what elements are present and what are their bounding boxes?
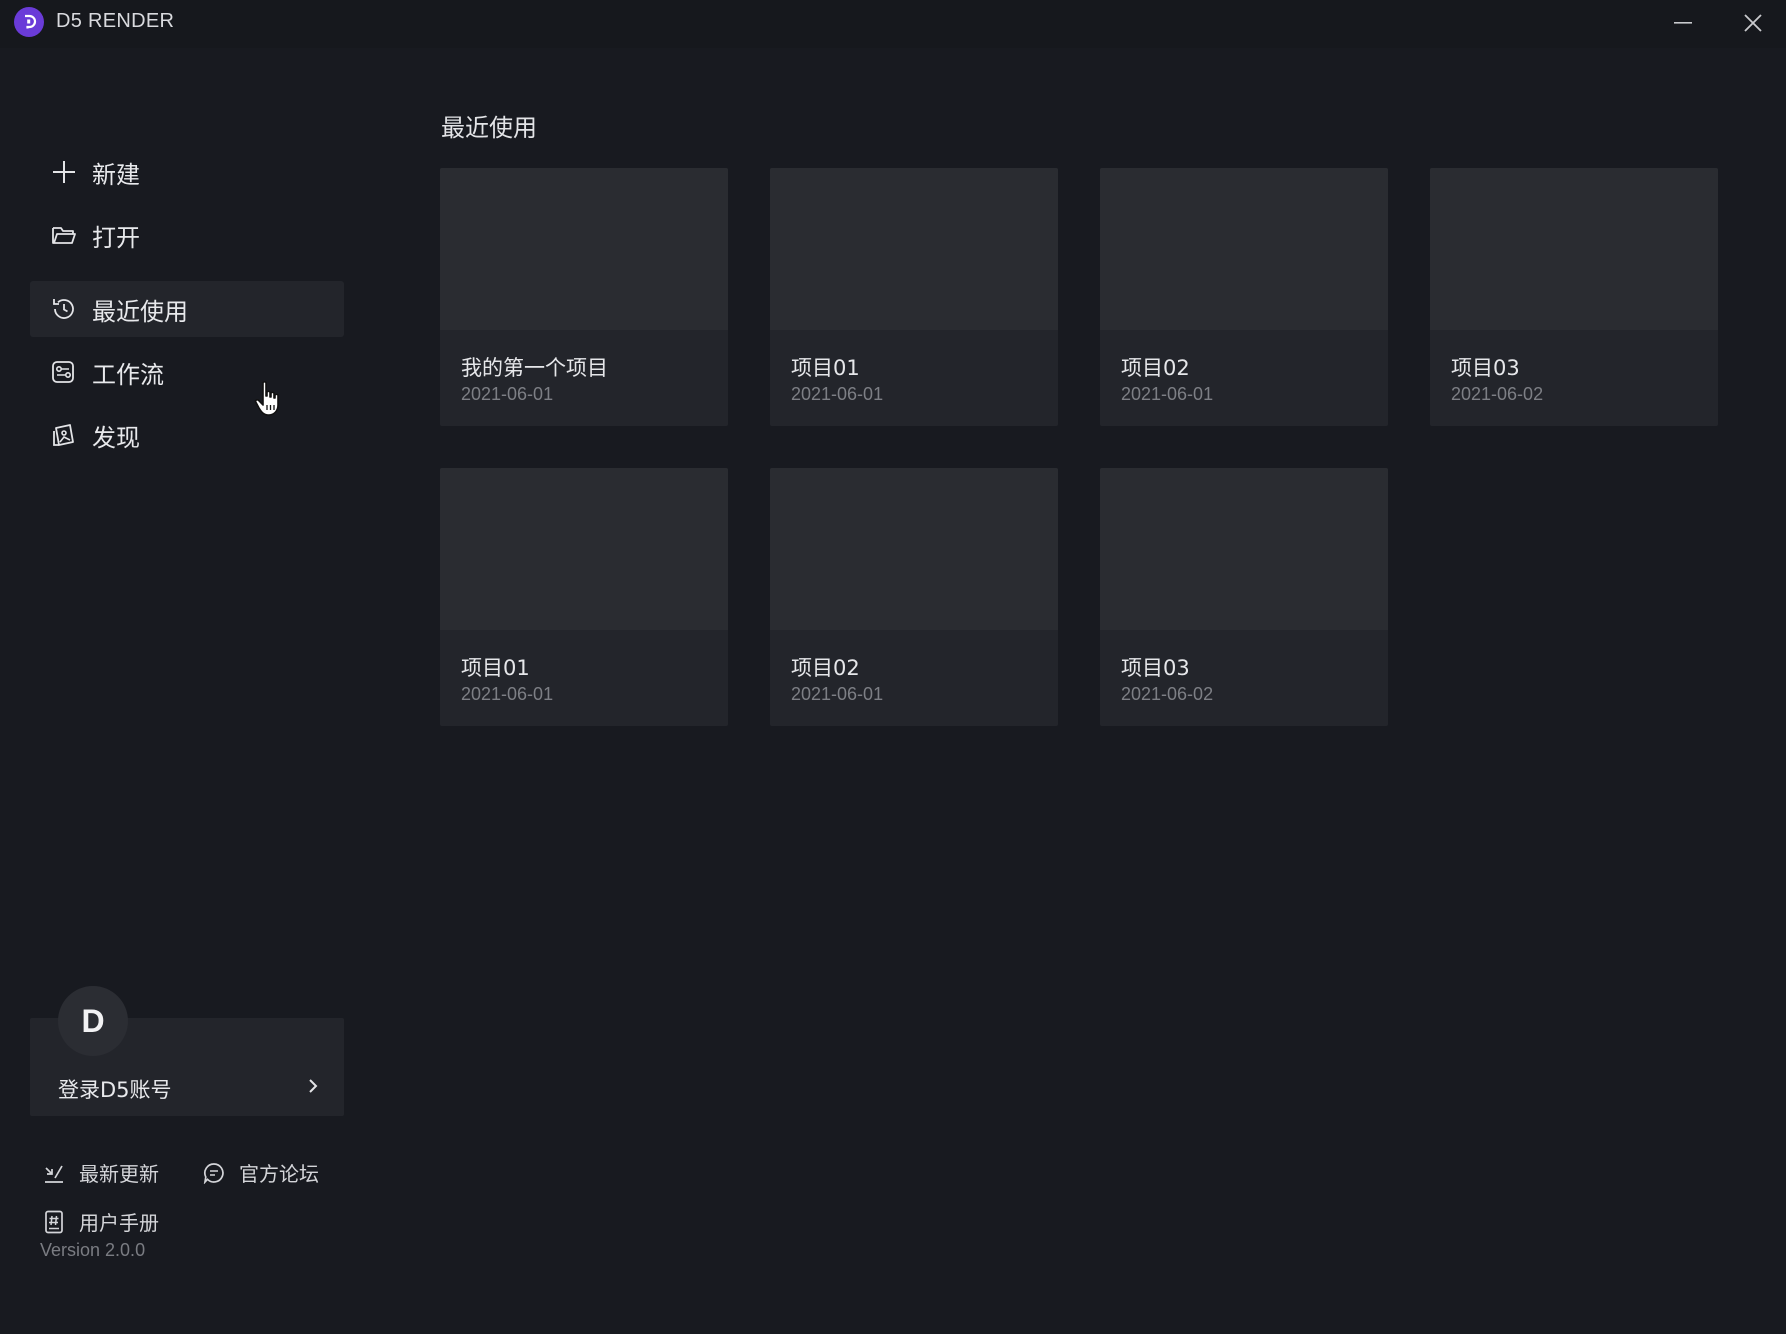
project-thumbnail <box>770 468 1058 630</box>
sidebar-item-new[interactable]: 新建 <box>30 144 344 200</box>
version-label: Version 2.0.0 <box>40 1240 146 1260</box>
project-date: 2021-06-02 <box>1121 684 1214 704</box>
project-date: 2021-06-01 <box>1121 384 1214 404</box>
history-icon <box>50 295 78 323</box>
close-button[interactable] <box>1733 6 1773 40</box>
project-name: 我的第一个项目 <box>461 356 608 380</box>
avatar[interactable]: D <box>58 986 128 1056</box>
sidebar-item-label: 最近使用 <box>92 297 188 326</box>
project-thumbnail <box>1100 168 1388 330</box>
project-name: 项目03 <box>1451 356 1520 380</box>
project-date: 2021-06-02 <box>1451 384 1544 404</box>
project-thumbnail <box>770 168 1058 330</box>
project-name: 项目03 <box>1121 656 1190 680</box>
update-icon <box>43 1162 65 1184</box>
manual-icon <box>43 1210 65 1233</box>
project-date: 2021-06-01 <box>791 684 884 704</box>
project-thumbnail <box>1100 468 1388 630</box>
project-date: 2021-06-01 <box>461 384 554 404</box>
project-name: 项目01 <box>461 656 530 680</box>
sidebar-item-recent[interactable]: 最近使用 <box>30 281 344 337</box>
workflow-icon <box>50 358 78 386</box>
sidebar-item-open[interactable]: 打开 <box>30 207 344 263</box>
title-bar: D5 RENDER <box>0 0 1786 48</box>
project-date: 2021-06-01 <box>461 684 554 704</box>
project-name: 项目02 <box>791 656 860 680</box>
chevron-right-icon <box>309 1079 318 1093</box>
project-card[interactable]: 项目03 2021-06-02 <box>1430 168 1718 426</box>
project-card[interactable]: 我的第一个项目 2021-06-01 <box>440 168 728 426</box>
footer-link-label: 最新更新 <box>79 1162 159 1186</box>
project-date: 2021-06-01 <box>791 384 884 404</box>
project-thumbnail <box>440 468 728 630</box>
footer-link-label: 官方论坛 <box>239 1162 319 1186</box>
section-title: 最近使用 <box>441 114 537 142</box>
project-card[interactable]: 项目02 2021-06-01 <box>770 468 1058 726</box>
plus-icon <box>50 158 78 186</box>
project-name: 项目01 <box>791 356 860 380</box>
sidebar-item-workflow[interactable]: 工作流 <box>30 344 344 400</box>
footer-link-label: 用户手册 <box>79 1211 159 1235</box>
sidebar-item-label: 发现 <box>92 423 140 452</box>
minimize-icon <box>1674 22 1692 24</box>
sidebar-item-label: 打开 <box>92 223 140 252</box>
sidebar-item-discover[interactable]: 发现 <box>30 407 344 463</box>
project-thumbnail <box>440 168 728 330</box>
project-card[interactable]: 项目01 2021-06-01 <box>770 168 1058 426</box>
project-card[interactable]: 项目01 2021-06-01 <box>440 468 728 726</box>
project-card[interactable]: 项目02 2021-06-01 <box>1100 168 1388 426</box>
sidebar-item-label: 工作流 <box>92 360 164 389</box>
sidebar-item-label: 新建 <box>92 160 140 189</box>
sidebar: 新建 打开 最近使用 工作流 发现 登录D5账号 D 最新更新 官方论坛 用户手… <box>0 48 380 1334</box>
project-card[interactable]: 项目03 2021-06-02 <box>1100 468 1388 726</box>
login-label: 登录D5账号 <box>58 1078 172 1102</box>
project-name: 项目02 <box>1121 356 1190 380</box>
discover-icon <box>50 421 78 449</box>
forum-icon <box>203 1162 225 1184</box>
folder-icon <box>50 221 78 249</box>
hand-cursor-icon <box>254 381 279 416</box>
d5-render-window: D5 RENDER 新建 打开 最近使用 工作流 发现 登录D5账号 D 最新更… <box>0 0 1786 1334</box>
d5-logo-icon <box>14 7 44 37</box>
project-thumbnail <box>1430 168 1718 330</box>
latest-updates-link[interactable]: 最新更新 <box>43 1158 159 1187</box>
user-manual-link[interactable]: 用户手册 <box>43 1207 159 1236</box>
minimize-button[interactable] <box>1663 6 1703 40</box>
close-icon <box>1744 14 1762 32</box>
app-title: D5 RENDER <box>56 10 175 32</box>
official-forum-link[interactable]: 官方论坛 <box>203 1158 319 1187</box>
